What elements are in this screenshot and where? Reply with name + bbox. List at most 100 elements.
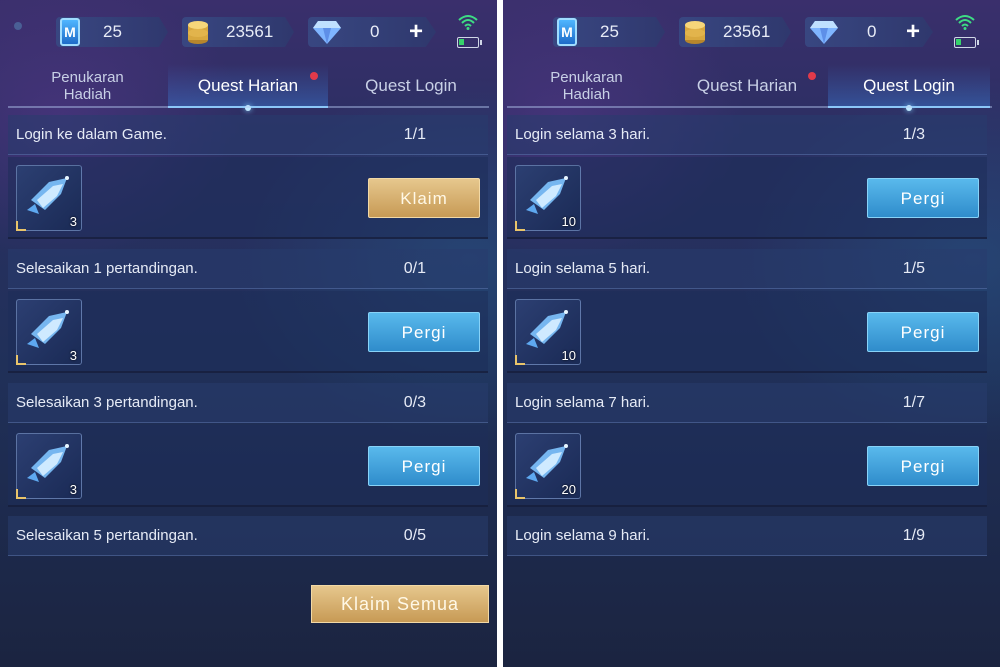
- quest-title: Selesaikan 1 pertandingan.: [16, 260, 198, 277]
- quest-title: Login selama 9 hari.: [515, 527, 651, 544]
- coin-icon: [188, 21, 208, 44]
- tab-label-line1: Penukaran: [550, 69, 623, 86]
- reward-count: 3: [69, 482, 77, 497]
- tab-label: Quest Login: [863, 76, 955, 95]
- tab-quest-harian[interactable]: Quest Harian: [667, 64, 827, 108]
- quest-header: Selesaikan 5 pertandingan. 0/5: [8, 516, 488, 556]
- reward-frame-corner: [16, 355, 26, 365]
- quest-progress: 1/1: [403, 126, 426, 143]
- reward-item[interactable]: 3: [16, 299, 82, 365]
- tab-bar: Penukaran Hadiah Quest Harian Quest Logi…: [0, 64, 497, 111]
- quest-harian-panel: M 25 23561 0 + Penukaran Hadiah Quest Ha…: [0, 0, 497, 667]
- reward-frame-corner: [515, 221, 525, 231]
- quest-progress: 1/5: [902, 260, 925, 277]
- tab-quest-harian[interactable]: Quest Harian: [168, 64, 328, 111]
- quest-login-panel: M 25 23561 0 + Penukaran Hadiah Quest Ha…: [503, 0, 1000, 667]
- wifi-icon: [458, 15, 478, 30]
- tab-label-line2: Hadiah: [63, 86, 112, 103]
- reward-item[interactable]: 3: [16, 433, 82, 499]
- tab-bar: Penukaran Hadiah Quest Harian Quest Logi…: [503, 64, 1000, 111]
- plus-icon[interactable]: +: [903, 20, 923, 44]
- ticket-counter[interactable]: M 25: [553, 17, 665, 47]
- reward-frame-corner: [515, 489, 525, 499]
- tab-penukaran-hadiah[interactable]: Penukaran Hadiah: [509, 64, 664, 108]
- reward-item[interactable]: 10: [515, 165, 581, 231]
- quest-header: Login selama 7 hari. 1/7: [507, 383, 987, 423]
- quest-reward-row: 3 Pergi: [8, 425, 488, 507]
- tab-label-line1: Penukaran: [51, 69, 124, 86]
- diamond-counter[interactable]: 0 +: [308, 17, 436, 47]
- quest-title: Login ke dalam Game.: [16, 126, 167, 143]
- quest-progress: 1/9: [902, 527, 925, 544]
- quest-reward-row: 3 Klaim: [8, 157, 488, 239]
- notification-dot: [808, 72, 816, 80]
- tab-penukaran-hadiah[interactable]: Penukaran Hadiah: [10, 64, 165, 108]
- quest-progress: 0/5: [403, 527, 426, 544]
- wifi-icon: [955, 15, 975, 30]
- quest-title: Selesaikan 5 pertandingan.: [16, 527, 198, 544]
- diamond-count: 0: [370, 22, 380, 41]
- coin-count: 23561: [723, 22, 771, 41]
- ticket-icon: M: [60, 18, 80, 46]
- reward-count: 10: [561, 214, 576, 229]
- go-button[interactable]: Pergi: [867, 312, 979, 352]
- tab-quest-login[interactable]: Quest Login: [330, 64, 492, 108]
- quest-header: Selesaikan 1 pertandingan. 0/1: [8, 249, 488, 289]
- reward-item[interactable]: 10: [515, 299, 581, 365]
- reward-frame-corner: [16, 489, 26, 499]
- ticket-count: 25: [103, 22, 122, 41]
- menu-dot[interactable]: [14, 22, 22, 30]
- quest-reward-row: 10 Pergi: [507, 291, 987, 373]
- coin-counter[interactable]: 23561: [182, 17, 294, 47]
- quest-reward-row: 20 Pergi: [507, 425, 987, 507]
- go-button[interactable]: Pergi: [867, 446, 979, 486]
- battery-icon: [457, 37, 482, 48]
- claim-button[interactable]: Klaim: [368, 178, 480, 218]
- go-button[interactable]: Pergi: [867, 178, 979, 218]
- quest-header: Login ke dalam Game. 1/1: [8, 115, 488, 155]
- coin-count: 23561: [226, 22, 274, 41]
- diamond-count: 0: [867, 22, 877, 41]
- quest-title: Login selama 5 hari.: [515, 260, 651, 277]
- quest-header: Selesaikan 3 pertandingan. 0/3: [8, 383, 488, 423]
- ticket-counter[interactable]: M 25: [56, 17, 168, 47]
- plus-icon[interactable]: +: [406, 20, 426, 44]
- reward-count: 3: [69, 348, 77, 363]
- quest-progress: 0/3: [403, 394, 426, 411]
- notification-dot: [310, 72, 318, 80]
- quest-title: Selesaikan 3 pertandingan.: [16, 394, 198, 411]
- tab-divider: [8, 106, 489, 108]
- tab-label-line2: Hadiah: [562, 86, 611, 103]
- quest-progress: 0/1: [403, 260, 426, 277]
- resource-bar: M 25 23561 0 +: [0, 0, 497, 58]
- quest-reward-row: 10 Pergi: [507, 157, 987, 239]
- quest-header: Login selama 3 hari. 1/3: [507, 115, 987, 155]
- tab-divider: [507, 106, 992, 108]
- diamond-icon: [313, 21, 341, 44]
- quest-title: Login selama 3 hari.: [515, 126, 651, 143]
- tab-label: Quest Login: [365, 76, 457, 95]
- quest-header: Login selama 5 hari. 1/5: [507, 249, 987, 289]
- quest-progress: 1/7: [902, 394, 925, 411]
- coin-counter[interactable]: 23561: [679, 17, 791, 47]
- go-button[interactable]: Pergi: [368, 446, 480, 486]
- reward-item[interactable]: 3: [16, 165, 82, 231]
- diamond-counter[interactable]: 0 +: [805, 17, 933, 47]
- go-button[interactable]: Pergi: [368, 312, 480, 352]
- tab-label: Quest Harian: [197, 76, 299, 95]
- reward-count: 10: [561, 348, 576, 363]
- quest-progress: 1/3: [902, 126, 925, 143]
- tab-quest-login[interactable]: Quest Login: [828, 64, 990, 111]
- diamond-icon: [810, 21, 838, 44]
- tab-label: Quest Harian: [696, 76, 798, 95]
- reward-item[interactable]: 20: [515, 433, 581, 499]
- quest-header: Login selama 9 hari. 1/9: [507, 516, 987, 556]
- claim-all-button[interactable]: Klaim Semua: [311, 585, 489, 623]
- coin-icon: [685, 21, 705, 44]
- battery-icon: [954, 37, 979, 48]
- reward-frame-corner: [16, 221, 26, 231]
- reward-count: 3: [69, 214, 77, 229]
- reward-frame-corner: [515, 355, 525, 365]
- quest-reward-row: 3 Pergi: [8, 291, 488, 373]
- reward-count: 20: [561, 482, 576, 497]
